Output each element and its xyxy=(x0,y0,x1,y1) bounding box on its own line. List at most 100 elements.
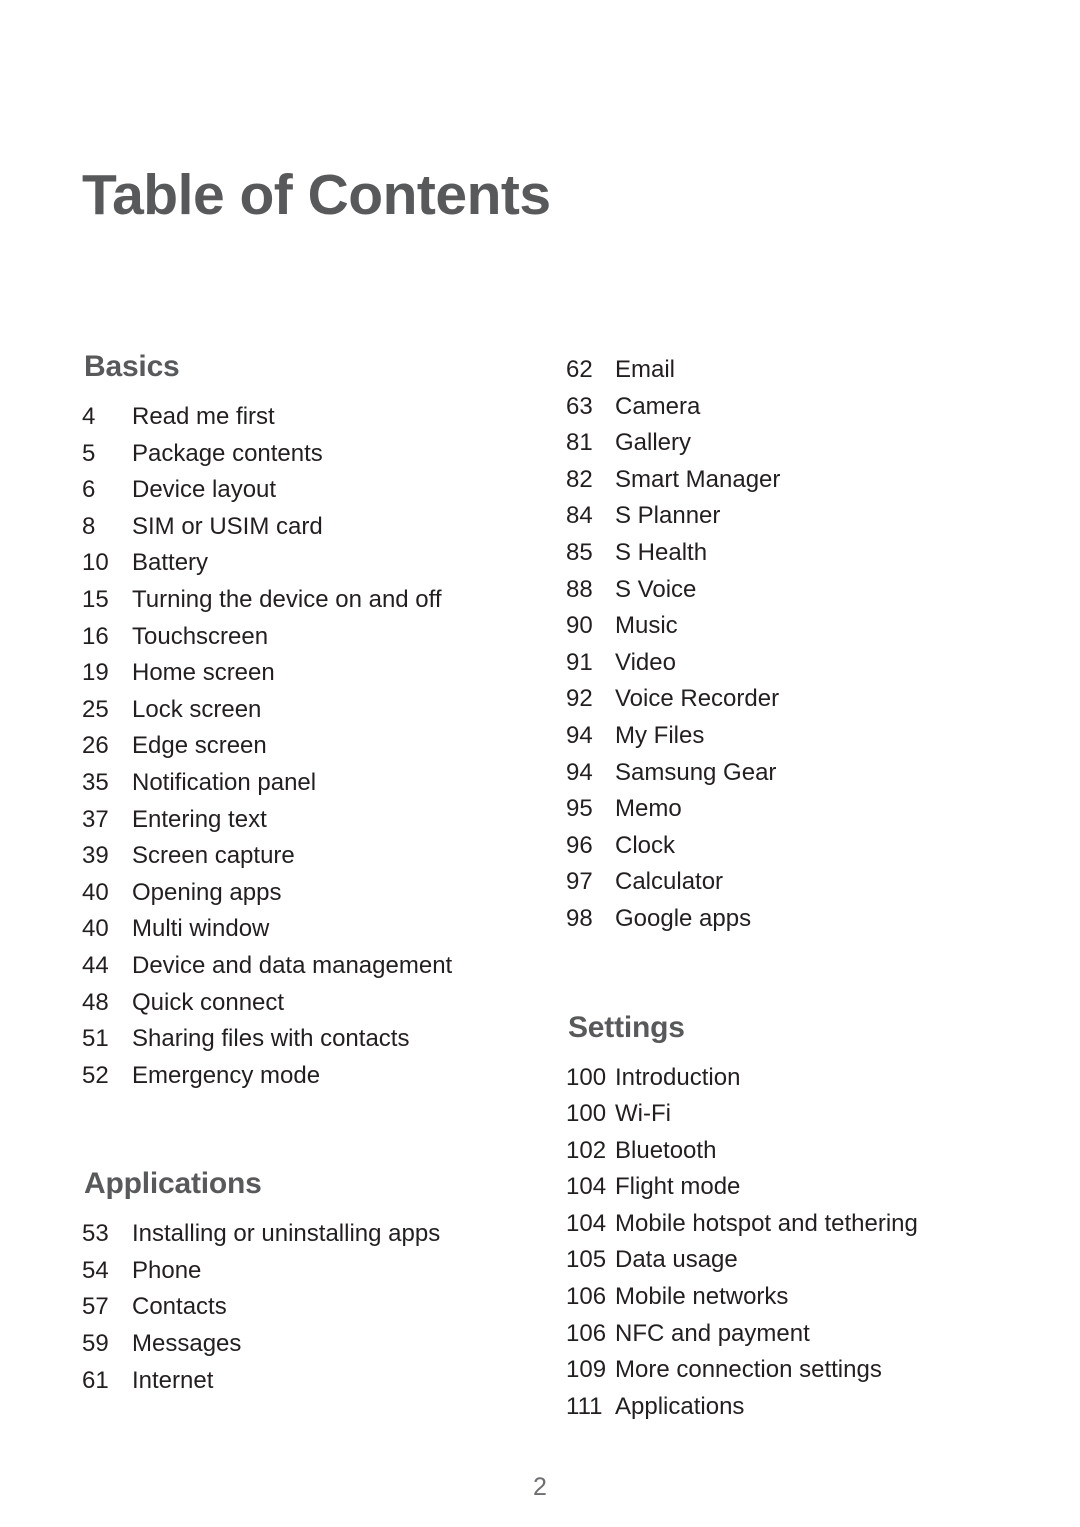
toc-entry[interactable]: 106 NFC and payment xyxy=(566,1316,996,1353)
toc-entry[interactable]: 100 Wi-Fi xyxy=(566,1096,996,1133)
toc-entry[interactable]: 90 Music xyxy=(566,608,996,645)
toc-entry[interactable]: 52 Emergency mode xyxy=(82,1058,522,1095)
toc-entry-title: Read me first xyxy=(132,403,275,430)
toc-entry[interactable]: 51 Sharing files with contacts xyxy=(82,1021,522,1058)
toc-entry-title: Sharing files with contacts xyxy=(132,1025,410,1053)
toc-entry-page: 92 xyxy=(566,685,593,713)
toc-entry[interactable]: 15 Turning the device on and off xyxy=(82,582,522,619)
toc-entry[interactable]: 39 Screen capture xyxy=(82,838,522,875)
toc-entry-title: S Planner xyxy=(615,502,721,530)
toc-entry[interactable]: 59 Messages xyxy=(82,1326,522,1363)
toc-entry-title: Clock xyxy=(615,831,676,859)
toc-entry[interactable]: 40 Opening apps xyxy=(82,875,522,912)
toc-entry-title: Notification panel xyxy=(132,768,317,796)
toc-entry-page: 102 xyxy=(566,1136,607,1164)
toc-entry-list: 4 Read me first 5 Package contents 6 Device l… xyxy=(82,399,522,1094)
toc-entry[interactable]: 100 Introduction xyxy=(566,1060,996,1097)
toc-entry[interactable]: 97 Calculator xyxy=(566,864,996,901)
toc-entry[interactable]: 104 Mobile hotspot and tethering xyxy=(566,1206,996,1243)
toc-entry-title: Entering text xyxy=(132,805,267,833)
page-title: Table of Contents xyxy=(82,163,551,228)
toc-section-heading: Applications xyxy=(84,1167,262,1201)
toc-entry-title: Flight mode xyxy=(615,1173,741,1201)
toc-entry-title: Internet xyxy=(132,1366,214,1394)
toc-entry[interactable]: 54 Phone xyxy=(82,1253,522,1290)
toc-entry-title: Turning the device on and off xyxy=(132,585,442,613)
toc-entry[interactable]: 62 Email xyxy=(566,352,996,389)
toc-entry-page: 100 xyxy=(566,1100,607,1128)
toc-entry[interactable]: 26 Edge screen xyxy=(82,728,522,765)
toc-entry[interactable]: 5 Package contents xyxy=(82,436,522,473)
toc-entry[interactable]: 19 Home screen xyxy=(82,655,522,692)
toc-entry-page: 94 xyxy=(566,721,593,749)
toc-entry[interactable]: 40 Multi window xyxy=(82,911,522,948)
toc-entry[interactable]: 91 Video xyxy=(566,645,996,682)
toc-entry[interactable]: 82 Smart Manager xyxy=(566,462,996,499)
toc-entry[interactable]: 106 Mobile networks xyxy=(566,1279,996,1316)
toc-entry-title: S Voice xyxy=(615,575,697,603)
toc-entry[interactable]: 98 Google apps xyxy=(566,901,996,938)
toc-entry[interactable]: 25 Lock screen xyxy=(82,692,522,729)
toc-entry-page: 105 xyxy=(566,1246,607,1274)
toc-entry[interactable]: 6 Device layout xyxy=(82,472,522,509)
toc-entry[interactable]: 63 Camera xyxy=(566,389,996,426)
toc-section: Basics 4 Read me first 5 Package contents 6 De… xyxy=(82,352,522,1094)
toc-entry-page: 25 xyxy=(82,695,109,723)
toc-entry-title: Camera xyxy=(615,392,701,420)
toc-entry[interactable]: 111 Applications xyxy=(566,1389,996,1426)
toc-entry[interactable]: 95 Memo xyxy=(566,791,996,828)
toc-entry-page: 15 xyxy=(82,585,109,613)
toc-entry-page: 44 xyxy=(82,951,109,979)
toc-entry[interactable]: 81 Gallery xyxy=(566,425,996,462)
toc-entry-page: 37 xyxy=(82,805,109,833)
toc-entry[interactable]: 4 Read me first xyxy=(82,399,522,436)
toc-entry-page: 4 xyxy=(82,403,96,430)
toc-entry-page: 91 xyxy=(566,648,593,676)
toc-entry-page: 62 xyxy=(566,356,593,383)
toc-entry-title: Messages xyxy=(132,1330,242,1358)
toc-entry-title: SIM or USIM card xyxy=(132,512,323,540)
toc-entry-title: Contacts xyxy=(132,1293,227,1321)
toc-section-heading: Basics xyxy=(84,350,180,383)
toc-entry-title: Battery xyxy=(132,549,209,577)
toc-entry[interactable]: 37 Entering text xyxy=(82,802,522,839)
toc-entry[interactable]: 8 SIM or USIM card xyxy=(82,509,522,546)
toc-entry[interactable]: 61 Internet xyxy=(82,1363,522,1400)
toc-entry-title: Lock screen xyxy=(132,695,262,723)
toc-entry[interactable]: 104 Flight mode xyxy=(566,1169,996,1206)
toc-entry[interactable]: 92 Voice Recorder xyxy=(566,681,996,718)
toc-entry-title: Package contents xyxy=(132,439,323,467)
toc-entry-page: 90 xyxy=(566,612,593,640)
toc-entry[interactable]: 48 Quick connect xyxy=(82,985,522,1022)
toc-entry-title: Multi window xyxy=(132,915,270,943)
toc-entry[interactable]: 88 S Voice xyxy=(566,572,996,609)
toc-entry-list: 53 Installing or uninstalling apps 54 Phone… xyxy=(82,1216,522,1399)
toc-entry-title: More connection settings xyxy=(615,1356,882,1384)
toc-entry[interactable]: 53 Installing or uninstalling apps xyxy=(82,1216,522,1253)
toc-entry-page: 48 xyxy=(82,988,109,1016)
toc-entry-title: Home screen xyxy=(132,659,275,687)
toc-entry[interactable]: 35 Notification panel xyxy=(82,765,522,802)
toc-entry-title: Touchscreen xyxy=(132,622,269,650)
toc-entry[interactable]: 96 Clock xyxy=(566,828,996,865)
toc-entry-page: 81 xyxy=(566,429,593,457)
toc-entry-page: 95 xyxy=(566,795,593,823)
toc-entry-page: 104 xyxy=(566,1173,607,1201)
toc-entry[interactable]: 109 More connection settings xyxy=(566,1352,996,1389)
page-number: 2 xyxy=(533,1473,547,1501)
toc-entry[interactable]: 10 Battery xyxy=(82,545,522,582)
toc-entry-page: 52 xyxy=(82,1061,109,1089)
toc-entry[interactable]: 44 Device and data management xyxy=(82,948,522,985)
toc-entry[interactable]: 85 S Health xyxy=(566,535,996,572)
toc-entry-title: Smart Manager xyxy=(615,465,781,493)
toc-entry[interactable]: 102 Bluetooth xyxy=(566,1133,996,1170)
toc-entry[interactable]: 57 Contacts xyxy=(82,1289,522,1326)
toc-entry-page: 53 xyxy=(82,1220,109,1248)
toc-page: Table of Contents Basics 4 Read me first 5 P… xyxy=(0,0,1080,1527)
toc-entry[interactable]: 16 Touchscreen xyxy=(82,619,522,656)
toc-entry[interactable]: 94 My Files xyxy=(566,718,996,755)
toc-entry-title: Samsung Gear xyxy=(615,758,777,786)
toc-entry[interactable]: 105 Data usage xyxy=(566,1242,996,1279)
toc-entry[interactable]: 84 S Planner xyxy=(566,498,996,535)
toc-entry[interactable]: 94 Samsung Gear xyxy=(566,755,996,792)
